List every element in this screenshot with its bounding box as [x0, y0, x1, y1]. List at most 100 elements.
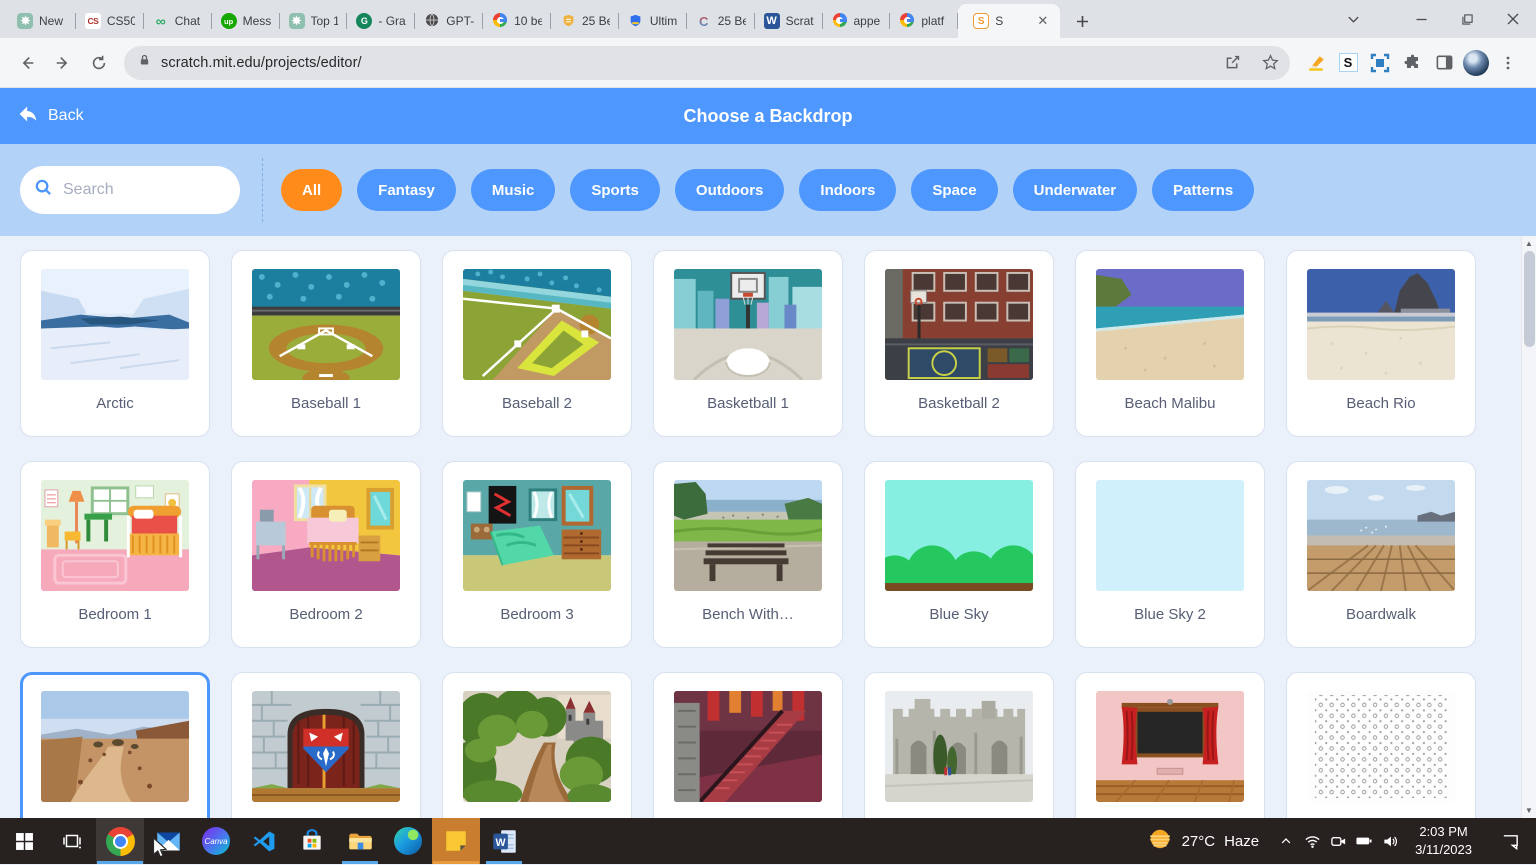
search-box[interactable] [20, 166, 240, 214]
action-center-icon[interactable] [1490, 818, 1530, 864]
bench-thumbnail [674, 480, 822, 591]
filter-pill-all[interactable]: All [281, 169, 343, 211]
taskbar-sticky-notes-icon[interactable] [432, 818, 480, 864]
screen-capture-extension-icon[interactable] [1366, 49, 1394, 77]
browser-tab-scrat[interactable]: W Scrat [755, 4, 823, 38]
taskbar-vs-code-icon[interactable] [240, 818, 288, 864]
bookmark-star-icon[interactable] [1256, 49, 1284, 77]
dot-pattern-thumbnail [1307, 691, 1455, 802]
filter-pill-music[interactable]: Music [470, 169, 556, 211]
taskbar-microsoft-store-icon[interactable] [288, 818, 336, 864]
share-icon[interactable] [1218, 49, 1246, 77]
globe-icon [424, 12, 440, 30]
browser-tab-ultim[interactable]: Ultim [619, 4, 687, 38]
new-tab-button[interactable] [1068, 7, 1096, 35]
browser-tab-new[interactable]: New [8, 4, 76, 38]
battery-icon[interactable] [1351, 823, 1377, 859]
extensions-puzzle-icon[interactable] [1398, 49, 1426, 77]
backdrop-card-canyon[interactable] [20, 672, 210, 818]
taskbar-word-icon[interactable]: W [480, 818, 528, 864]
filter-pill-patterns[interactable]: Patterns [1152, 169, 1255, 211]
taskbar-start-icon[interactable] [0, 818, 48, 864]
browser-tab-10-be[interactable]: 10 be [483, 4, 551, 38]
search-input[interactable] [63, 181, 193, 199]
clock-time: 2:03 PM [1419, 824, 1468, 840]
backdrop-name: Blue Sky [929, 606, 989, 623]
address-bar[interactable]: scratch.mit.edu/projects/editor/ [124, 45, 1290, 80]
filter-pill-sports[interactable]: Sports [570, 169, 660, 211]
backdrop-card-beach-rio[interactable]: Beach Rio [1286, 250, 1476, 437]
side-panel-icon[interactable] [1430, 49, 1458, 77]
taskbar-clock[interactable]: 2:03 PM 3/11/2023 [1405, 823, 1482, 858]
backdrop-card-bedroom-3[interactable]: Bedroom 3 [442, 461, 632, 648]
filter-pill-fantasy[interactable]: Fantasy [357, 169, 456, 211]
back-button[interactable]: Back [18, 105, 84, 128]
backdrop-card-bench[interactable]: Bench With… [653, 461, 843, 648]
browser-tab-chat[interactable]: ∞ Chat [144, 4, 212, 38]
backdrop-card-castle-stairs[interactable] [653, 672, 843, 818]
browser-tab-top-1[interactable]: Top 1 [280, 4, 348, 38]
backdrop-name: Baseball 1 [290, 395, 362, 412]
browser-tab-gra[interactable]: G- Gra [347, 4, 416, 38]
backdrop-card-chalkboard[interactable] [1075, 672, 1265, 818]
browser-tab-platf[interactable]: platf [890, 4, 959, 38]
backdrop-card-bedroom-2[interactable]: Bedroom 2 [231, 461, 421, 648]
backdrop-card-beach-malibu[interactable]: Beach Malibu [1075, 250, 1265, 437]
hidden-icons-chevron-icon[interactable] [1273, 823, 1299, 859]
back-icon[interactable] [10, 46, 44, 80]
wifi-icon[interactable] [1299, 823, 1325, 859]
url-text[interactable]: scratch.mit.edu/projects/editor/ [161, 55, 1208, 71]
scroll-up-icon[interactable]: ▲ [1522, 236, 1536, 251]
s-extension-icon[interactable]: S [1334, 49, 1362, 77]
backdrop-name: Arctic [96, 395, 134, 412]
taskbar-file-explorer-icon[interactable] [336, 818, 384, 864]
browser-tab-mess[interactable]: up Mess [212, 4, 280, 38]
taskbar-canva-icon[interactable]: Canva [192, 818, 240, 864]
volume-icon[interactable] [1377, 823, 1403, 859]
backdrop-card-forest-castle[interactable] [442, 672, 632, 818]
filter-pill-underwater[interactable]: Underwater [1012, 169, 1138, 211]
backdrop-card-castle-doors[interactable] [231, 672, 421, 818]
reload-icon[interactable] [82, 46, 116, 80]
meet-now-camera-icon[interactable] [1325, 823, 1351, 859]
backdrop-card-boardwalk[interactable]: Boardwalk [1286, 461, 1476, 648]
browser-tab-appe[interactable]: appe [823, 4, 891, 38]
backdrop-card-baseball-2[interactable]: Baseball 2 [442, 250, 632, 437]
taskbar-task-view-icon[interactable] [48, 818, 96, 864]
backdrop-card-basketball-1[interactable]: Basketball 1 [653, 250, 843, 437]
backdrop-card-castle-stone[interactable] [864, 672, 1054, 818]
backdrop-card-dot-pattern[interactable] [1286, 672, 1476, 818]
scrollbar-thumb[interactable] [1524, 251, 1535, 347]
backdrop-card-basketball-2[interactable]: Basketball 2 [864, 250, 1054, 437]
highlighter-extension-icon[interactable] [1302, 49, 1330, 77]
tab-search-chevron-icon[interactable] [1336, 0, 1370, 38]
browser-tab-25-be[interactable]: C25 Be [687, 4, 755, 38]
backdrop-card-baseball-1[interactable]: Baseball 1 [231, 250, 421, 437]
baseball-2-thumbnail [463, 269, 611, 380]
baseball-1-thumbnail [252, 269, 400, 380]
browser-tab-25-be[interactable]: 25 Be [551, 4, 619, 38]
browser-tab-s[interactable]: S S ✕ [958, 4, 1061, 38]
backdrop-card-blue-sky[interactable]: Blue Sky [864, 461, 1054, 648]
weather-widget[interactable]: 27°C Haze [1135, 826, 1272, 856]
scrollbar[interactable]: ▲ ▼ [1521, 236, 1536, 818]
backdrop-card-bedroom-1[interactable]: Bedroom 1 [20, 461, 210, 648]
taskbar-mail-icon[interactable] [144, 818, 192, 864]
filter-pill-outdoors[interactable]: Outdoors [674, 169, 785, 211]
forward-icon[interactable] [46, 46, 80, 80]
minimize-button[interactable] [1398, 0, 1444, 38]
scroll-down-icon[interactable]: ▼ [1522, 803, 1536, 818]
browser-tab-gpt[interactable]: GPT- [415, 4, 484, 38]
backdrop-card-blue-sky-2[interactable]: Blue Sky 2 [1075, 461, 1265, 648]
maximize-button[interactable] [1444, 0, 1490, 38]
filter-pill-space[interactable]: Space [911, 169, 998, 211]
close-window-button[interactable] [1490, 0, 1536, 38]
filter-pill-indoors[interactable]: Indoors [799, 169, 897, 211]
taskbar-edge-icon[interactable] [384, 818, 432, 864]
tab-close-icon[interactable]: ✕ [1034, 12, 1051, 30]
browser-tab-cs50[interactable]: CS CS50 [76, 4, 144, 38]
backdrop-card-arctic[interactable]: Arctic [20, 250, 210, 437]
taskbar-chrome-icon[interactable] [96, 818, 144, 864]
profile-avatar[interactable] [1462, 49, 1490, 77]
menu-kebab-icon[interactable] [1494, 49, 1522, 77]
